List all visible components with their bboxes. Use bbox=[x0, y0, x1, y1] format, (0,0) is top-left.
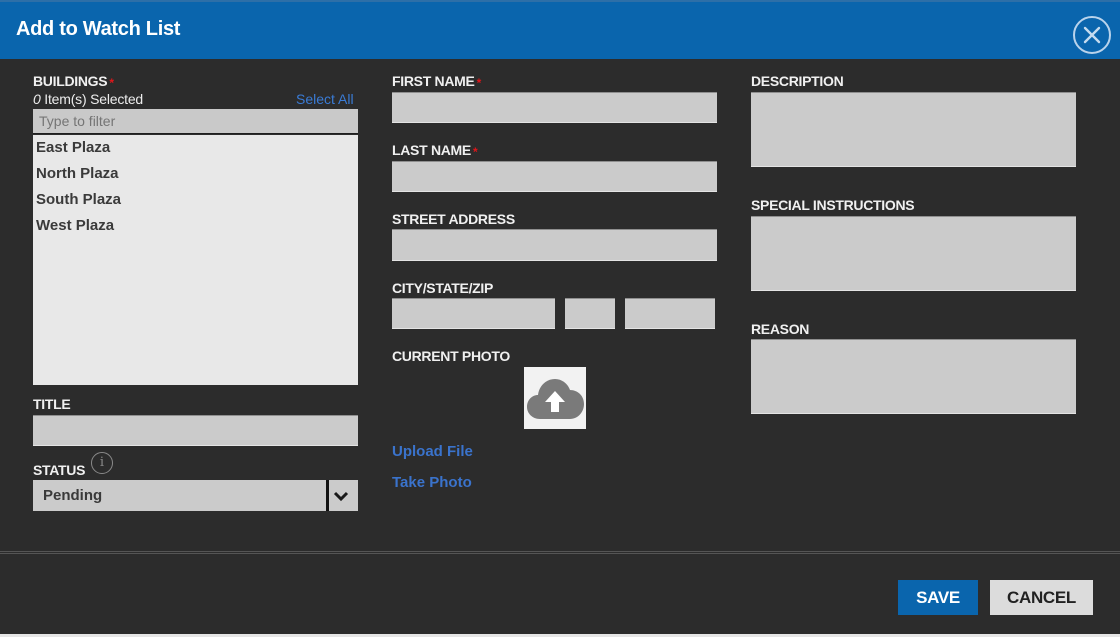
required-marker: * bbox=[109, 76, 114, 90]
upload-file-link[interactable]: Upload File bbox=[392, 443, 473, 460]
buildings-label: BUILDINGS * bbox=[33, 73, 114, 90]
buildings-filter-input[interactable] bbox=[33, 109, 358, 134]
reason-label: REASON bbox=[751, 321, 810, 337]
close-button[interactable] bbox=[1073, 16, 1111, 54]
required-marker: * bbox=[476, 76, 482, 90]
zip-input[interactable] bbox=[625, 298, 715, 329]
add-to-watch-list-dialog: Add to Watch List BUILDINGS * 0 Item(s) S… bbox=[0, 0, 1120, 637]
description-label: DESCRIPTION bbox=[751, 73, 844, 89]
select-all-link[interactable]: Select All bbox=[296, 91, 354, 107]
dialog-title: Add to Watch List bbox=[16, 18, 181, 40]
close-icon bbox=[1083, 26, 1101, 44]
last-name-input[interactable] bbox=[392, 161, 717, 192]
state-input[interactable] bbox=[565, 298, 615, 329]
last-name-label: LAST NAME * bbox=[392, 142, 478, 159]
first-name-label-text: FIRST NAME bbox=[392, 73, 475, 89]
footer-divider bbox=[0, 551, 1120, 552]
title-input[interactable] bbox=[33, 415, 358, 446]
photo-upload-area[interactable] bbox=[524, 367, 586, 429]
save-button[interactable]: SAVE bbox=[898, 580, 978, 615]
first-name-input[interactable] bbox=[392, 92, 717, 123]
status-selected-value: Pending bbox=[43, 487, 103, 504]
buildings-list[interactable]: East Plaza North Plaza South Plaza West … bbox=[33, 135, 358, 385]
building-item-west-plaza[interactable]: West Plaza bbox=[33, 213, 358, 239]
first-name-label: FIRST NAME * bbox=[392, 73, 482, 90]
city-input[interactable] bbox=[392, 298, 555, 329]
footer-divider bbox=[0, 553, 1120, 554]
street-address-input[interactable] bbox=[392, 229, 717, 261]
status-label: STATUS bbox=[33, 462, 86, 478]
reason-textarea[interactable] bbox=[751, 339, 1076, 414]
status-dropdown[interactable]: Pending bbox=[33, 480, 358, 511]
street-address-label: STREET ADDRESS bbox=[392, 211, 515, 227]
building-item-south-plaza[interactable]: South Plaza bbox=[33, 187, 358, 213]
cloud-upload-icon bbox=[527, 379, 584, 419]
description-textarea[interactable] bbox=[751, 92, 1076, 167]
selected-count-suffix: Item(s) Selected bbox=[40, 91, 144, 107]
title-label: TITLE bbox=[33, 396, 71, 412]
current-photo-label: CURRENT PHOTO bbox=[392, 348, 510, 364]
buildings-label-text: BUILDINGS bbox=[33, 73, 108, 89]
city-state-zip-label: CITY/STATE/ZIP bbox=[392, 280, 494, 296]
cancel-button-label: CANCEL bbox=[1006, 588, 1077, 607]
chevron-down-icon bbox=[333, 491, 349, 502]
take-photo-link[interactable]: Take Photo bbox=[392, 474, 472, 491]
special-instructions-label: SPECIAL INSTRUCTIONS bbox=[751, 197, 915, 213]
info-icon[interactable]: i bbox=[91, 452, 113, 474]
special-instructions-textarea[interactable] bbox=[751, 216, 1076, 291]
cancel-button[interactable]: CANCEL bbox=[990, 580, 1093, 615]
last-name-label-text: LAST NAME bbox=[392, 142, 471, 158]
building-item-east-plaza[interactable]: East Plaza bbox=[33, 135, 358, 161]
required-marker: * bbox=[472, 145, 478, 159]
building-item-north-plaza[interactable]: North Plaza bbox=[33, 161, 358, 187]
selected-count-number: 0 bbox=[33, 91, 41, 107]
dialog-header: Add to Watch List bbox=[0, 0, 1120, 59]
dropdown-divider bbox=[326, 480, 329, 511]
selected-count: 0 Item(s) Selected bbox=[33, 91, 143, 107]
